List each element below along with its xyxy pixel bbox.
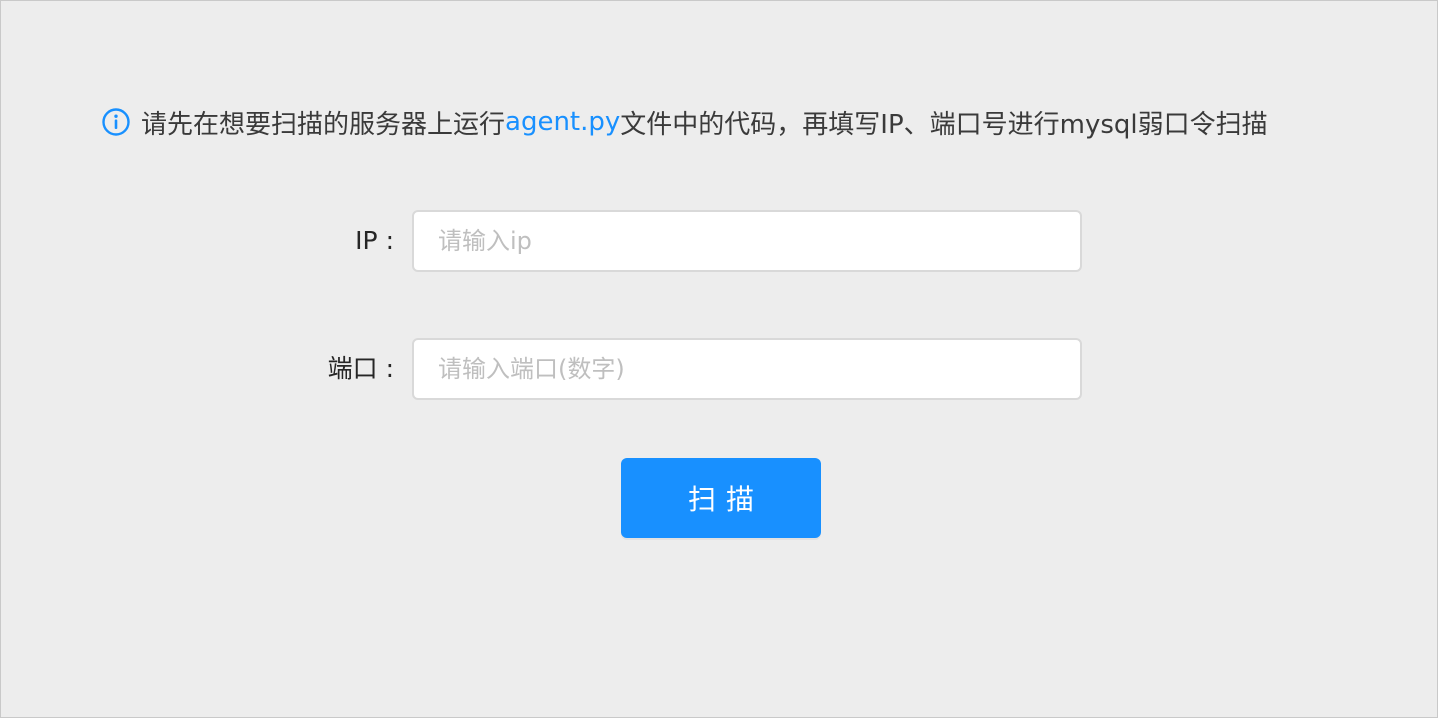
- info-circle-icon: [101, 107, 131, 137]
- ip-form-row: IP :: [1, 210, 1438, 272]
- ip-label: IP :: [355, 226, 394, 255]
- info-notice: 请先在想要扫描的服务器上运行 agent.py 文件中的代码，再填写IP、端口号进行…: [101, 103, 1268, 141]
- agent-py-link[interactable]: agent.py: [505, 107, 620, 137]
- port-input[interactable]: [412, 338, 1082, 400]
- scan-button[interactable]: 扫描: [621, 458, 821, 538]
- port-form-row: 端口 :: [1, 338, 1438, 400]
- page-container: 请先在想要扫描的服务器上运行 agent.py 文件中的代码，再填写IP、端口号进行…: [0, 0, 1438, 718]
- ip-input[interactable]: [412, 210, 1082, 272]
- port-label: 端口 :: [327, 354, 394, 383]
- notice-text-before: 请先在想要扫描的服务器上运行: [141, 109, 506, 140]
- notice-text-after: 文件中的代码，再填写IP、端口号进行mysql弱口令扫描: [620, 109, 1268, 140]
